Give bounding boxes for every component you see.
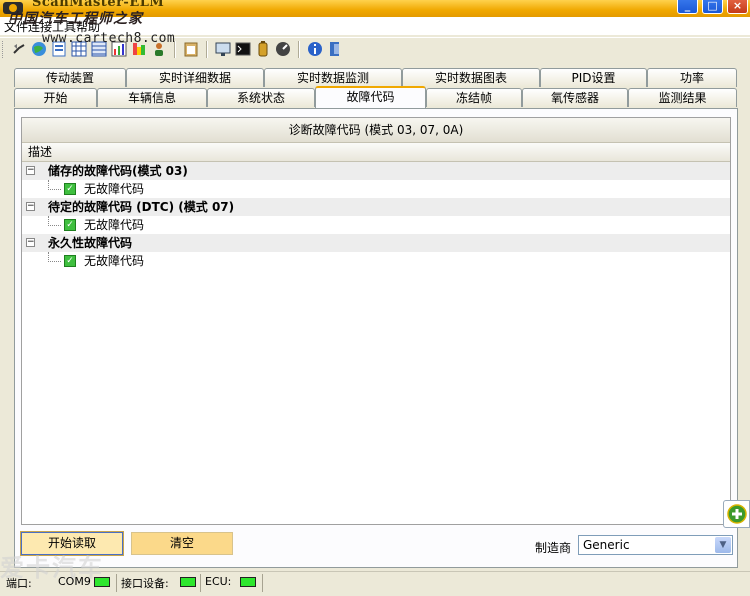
dtc-grid: 诊断故障代码 (模式 03, 07, 0A) 描述 − 储存的故障代码(模式 0… xyxy=(21,117,731,525)
exit-icon[interactable] xyxy=(326,40,344,58)
status-bar: 端口: COM9 接口设备: ECU: xyxy=(0,571,750,596)
toolbar-separator xyxy=(298,41,300,58)
collapse-icon[interactable]: − xyxy=(26,238,35,247)
terminal-icon[interactable] xyxy=(234,40,252,58)
tab-trouble-codes[interactable]: 故障代码 xyxy=(315,86,426,108)
group-label: 永久性故障代码 xyxy=(48,236,133,250)
ecu-status-led xyxy=(240,577,256,587)
toolbar-separator xyxy=(206,41,208,58)
collapse-icon[interactable]: − xyxy=(26,202,35,211)
ecu-label: ECU: xyxy=(205,575,232,588)
manufacturer-value: Generic xyxy=(583,538,630,552)
tab-pid-settings[interactable]: PID设置 xyxy=(540,68,647,87)
manufacturer-select[interactable]: Generic ▼ xyxy=(578,535,733,555)
port-value: COM9 xyxy=(58,575,91,588)
connect-icon[interactable] xyxy=(10,40,28,58)
grid-title: 诊断故障代码 (模式 03, 07, 0A) xyxy=(22,118,730,143)
window-controls: _ □ × xyxy=(677,0,748,14)
tab-strip: 传动装置 实时详细数据 实时数据监测 实时数据图表 PID设置 功率 开始 车辆… xyxy=(14,68,738,109)
tab-system-status[interactable]: 系统状态 xyxy=(207,88,315,107)
item-label: 无故障代码 xyxy=(84,218,145,232)
status-divider xyxy=(200,574,201,592)
check-icon: ✓ xyxy=(64,255,76,267)
port-label: 端口: xyxy=(6,577,32,590)
chevron-down-icon[interactable]: ▼ xyxy=(715,537,731,553)
group-label: 储存的故障代码(模式 03) xyxy=(48,164,188,178)
tab-live-chart[interactable]: 实时数据图表 xyxy=(402,68,540,87)
list-item[interactable]: ✓ 无故障代码 xyxy=(22,216,730,234)
tab-monitor-results[interactable]: 监测结果 xyxy=(628,88,737,107)
tab-power[interactable]: 功率 xyxy=(647,68,737,87)
item-label: 无故障代码 xyxy=(84,254,145,268)
close-button[interactable]: × xyxy=(727,0,748,14)
status-divider xyxy=(262,574,263,592)
info-icon[interactable] xyxy=(306,40,324,58)
port-status-led xyxy=(94,577,110,587)
group-row-stored-dtc[interactable]: − 储存的故障代码(模式 03) xyxy=(22,162,730,180)
minimize-button[interactable]: _ xyxy=(677,0,698,14)
start-read-button[interactable]: 开始读取 xyxy=(20,531,124,556)
watermark-site: www.cartech8.com xyxy=(42,31,176,46)
monitor-icon[interactable] xyxy=(214,40,232,58)
check-icon: ✓ xyxy=(64,219,76,231)
watermark-top: 中国汽车工程师之家 xyxy=(8,11,143,27)
status-divider xyxy=(116,574,117,592)
add-icon[interactable] xyxy=(723,500,750,528)
tree-line xyxy=(48,252,61,262)
group-label: 待定的故障代码 (DTC) (模式 07) xyxy=(48,200,235,214)
tab-transmission[interactable]: 传动装置 xyxy=(14,68,126,87)
interface-label: 接口设备: xyxy=(121,577,169,590)
tab-start[interactable]: 开始 xyxy=(14,88,97,107)
gauge-icon[interactable] xyxy=(274,40,292,58)
group-row-permanent-dtc[interactable]: − 永久性故障代码 xyxy=(22,234,730,252)
column-header-description[interactable]: 描述 xyxy=(22,143,730,162)
check-icon: ✓ xyxy=(64,183,76,195)
item-label: 无故障代码 xyxy=(84,182,145,196)
tab-o2-sensor[interactable]: 氧传感器 xyxy=(522,88,628,107)
list-item[interactable]: ✓ 无故障代码 xyxy=(22,180,730,198)
tab-live-monitor[interactable]: 实时数据监测 xyxy=(264,68,402,87)
tab-live-detail[interactable]: 实时详细数据 xyxy=(126,68,264,87)
tree-line xyxy=(48,180,61,190)
maximize-button[interactable]: □ xyxy=(702,0,723,14)
collapse-icon[interactable]: − xyxy=(26,166,35,175)
interface-status-led xyxy=(180,577,196,587)
tree-line xyxy=(48,216,61,226)
group-row-pending-dtc[interactable]: − 待定的故障代码 (DTC) (模式 07) xyxy=(22,198,730,216)
clipboard-icon[interactable] xyxy=(182,40,200,58)
tab-freeze-frame[interactable]: 冻结帧 xyxy=(426,88,522,107)
tab-panel: 诊断故障代码 (模式 03, 07, 0A) 描述 − 储存的故障代码(模式 0… xyxy=(14,108,738,568)
toolbar-grip[interactable] xyxy=(2,41,6,58)
tab-vehicle-info[interactable]: 车辆信息 xyxy=(97,88,207,107)
manufacturer-label: 制造商 xyxy=(535,541,572,555)
list-item[interactable]: ✓ 无故障代码 xyxy=(22,252,730,270)
clear-button[interactable]: 清空 xyxy=(131,532,233,555)
battery-icon[interactable] xyxy=(254,40,272,58)
